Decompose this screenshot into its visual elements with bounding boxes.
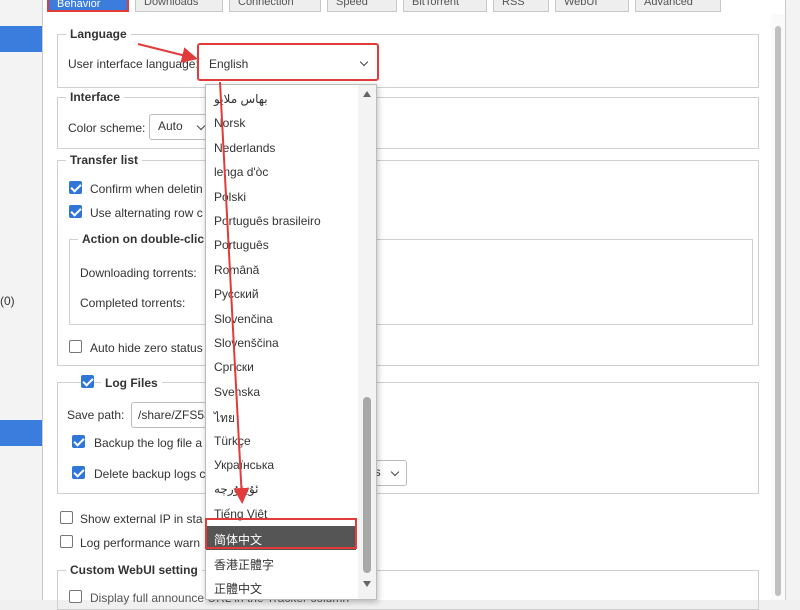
language-option[interactable]: Русский bbox=[206, 282, 356, 306]
sidebar-highlight-top[interactable] bbox=[0, 26, 42, 52]
log-files-checkbox[interactable] bbox=[81, 375, 94, 388]
show-external-ip-checkbox[interactable] bbox=[60, 511, 73, 524]
language-option[interactable]: بهاس ملايو bbox=[206, 87, 356, 111]
delete-backup-checkbox[interactable] bbox=[72, 466, 85, 479]
tab-bar: Behavior Downloads Connection Speed BitT… bbox=[43, 0, 787, 14]
alternating-rows-label: Use alternating row c bbox=[90, 206, 203, 220]
language-option[interactable]: Türkçe bbox=[206, 429, 356, 453]
language-option[interactable]: 香港正體字 bbox=[206, 551, 356, 575]
language-option[interactable]: Українська bbox=[206, 453, 356, 477]
language-option[interactable]: Српски bbox=[206, 355, 356, 379]
sidebar-highlight-bottom[interactable] bbox=[0, 420, 42, 446]
language-section: Language User interface language: bbox=[57, 27, 759, 88]
language-option[interactable]: ئۇيغۇرچە bbox=[206, 477, 356, 501]
confirm-delete-checkbox[interactable] bbox=[69, 181, 82, 194]
language-option[interactable]: Nederlands bbox=[206, 136, 356, 160]
log-files-legend: Log Files bbox=[101, 376, 162, 390]
log-performance-checkbox[interactable] bbox=[60, 535, 73, 548]
options-dialog: Behavior Downloads Connection Speed BitT… bbox=[42, 0, 787, 610]
language-option[interactable]: lenga d'òc bbox=[206, 160, 356, 184]
double-click-legend: Action on double-clic bbox=[78, 232, 208, 246]
tab-advanced[interactable]: Advanced bbox=[635, 0, 721, 12]
selected-option-annotation bbox=[205, 518, 357, 549]
downloading-torrents-label: Downloading torrents: bbox=[80, 266, 197, 280]
language-option[interactable]: ไทย bbox=[206, 404, 356, 428]
backup-log-label: Backup the log file a bbox=[94, 436, 203, 450]
sidebar-count: (0) bbox=[0, 294, 15, 308]
panel-scrollbar[interactable] bbox=[771, 14, 785, 600]
tab-bittorrent[interactable]: BitTorrent bbox=[403, 0, 487, 12]
tab-connection[interactable]: Connection bbox=[229, 0, 321, 12]
tab-downloads[interactable]: Downloads bbox=[135, 0, 223, 12]
auto-hide-checkbox[interactable] bbox=[69, 340, 82, 353]
chevron-down-icon bbox=[390, 467, 400, 477]
language-option[interactable]: Slovenčina bbox=[206, 307, 356, 331]
double-click-action-section: Action on double-clic Downloading torren… bbox=[69, 232, 753, 325]
backup-log-checkbox[interactable] bbox=[72, 435, 85, 448]
save-path-label: Save path: bbox=[67, 408, 125, 422]
color-scheme-value: Auto bbox=[158, 119, 183, 133]
custom-webui-legend: Custom WebUI setting bbox=[66, 563, 202, 577]
delete-backup-label: Delete backup logs c bbox=[94, 467, 206, 481]
tab-rss[interactable]: RSS bbox=[493, 0, 549, 12]
language-select[interactable]: English bbox=[197, 43, 379, 81]
color-scheme-select[interactable]: Auto bbox=[149, 114, 213, 140]
language-option[interactable]: Slovenščina bbox=[206, 331, 356, 355]
save-path-input[interactable]: /share/ZFS53 bbox=[131, 402, 207, 428]
language-label: User interface language: bbox=[68, 57, 199, 71]
tab-speed[interactable]: Speed bbox=[327, 0, 397, 12]
completed-torrents-label: Completed torrents: bbox=[80, 296, 186, 310]
language-option[interactable]: 正體中文 bbox=[206, 575, 356, 599]
right-strip bbox=[784, 0, 800, 600]
panel-scrollbar-thumb[interactable] bbox=[775, 26, 781, 596]
language-option[interactable]: Svenska bbox=[206, 380, 356, 404]
scroll-down-arrow-icon[interactable] bbox=[363, 581, 371, 587]
language-select-value: English bbox=[209, 57, 249, 71]
language-option[interactable]: Norsk bbox=[206, 111, 356, 135]
language-option[interactable]: Português bbox=[206, 233, 356, 257]
language-option[interactable]: Português brasileiro bbox=[206, 209, 356, 233]
dropdown-scrollbar-thumb[interactable] bbox=[363, 397, 371, 573]
chevron-down-icon bbox=[196, 121, 206, 131]
tab-webui[interactable]: WebUI bbox=[555, 0, 629, 12]
language-option[interactable]: Polski bbox=[206, 185, 356, 209]
dropdown-scrollbar[interactable] bbox=[358, 85, 376, 599]
alternating-rows-checkbox[interactable] bbox=[69, 205, 82, 218]
transfer-list-legend: Transfer list bbox=[66, 153, 143, 167]
auto-hide-label: Auto hide zero status bbox=[90, 341, 203, 355]
language-legend: Language bbox=[66, 27, 131, 41]
language-option[interactable]: Română bbox=[206, 258, 356, 282]
display-full-announce-checkbox[interactable] bbox=[69, 590, 82, 603]
scroll-up-arrow-icon[interactable] bbox=[363, 91, 371, 97]
color-scheme-label: Color scheme: bbox=[68, 121, 146, 135]
chevron-down-icon bbox=[359, 57, 369, 67]
interface-legend: Interface bbox=[66, 90, 125, 104]
show-external-ip-label: Show external IP in sta bbox=[80, 512, 203, 526]
log-performance-label: Log performance warn bbox=[80, 536, 201, 550]
tab-behavior[interactable]: Behavior bbox=[47, 0, 129, 12]
confirm-delete-label: Confirm when deletin bbox=[90, 182, 203, 196]
